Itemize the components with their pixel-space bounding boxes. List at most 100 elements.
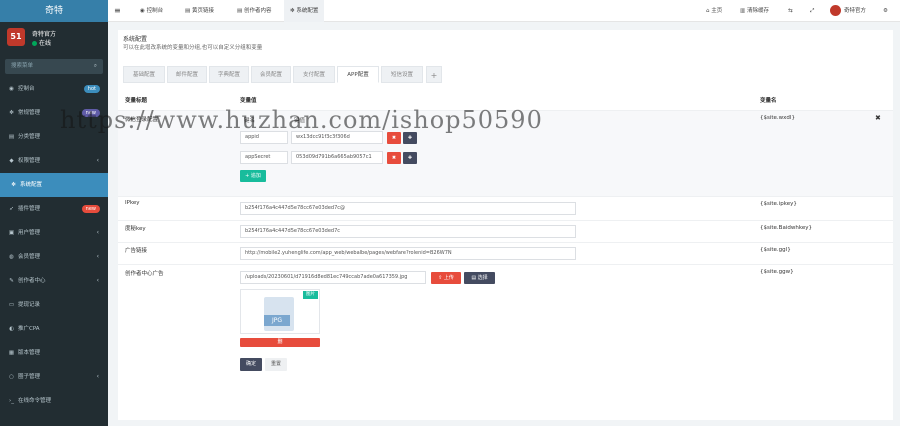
settings-icon[interactable]: ⚙ — [883, 0, 888, 22]
table-row: IPkey b254f176a4c447d5e78cc67e03ded7c@ {… — [118, 196, 893, 220]
chevron-left-icon: ‹ — [96, 277, 99, 284]
clear-cache-button[interactable]: ▥ 清除缓存 — [740, 0, 769, 22]
sidebar-item[interactable]: ✻ 系统配置 — [0, 173, 108, 197]
user-panel: 51 奇特官方 在线 — [0, 22, 108, 56]
list-icon: ▤ — [8, 134, 15, 140]
users-icon: ◍ — [9, 254, 14, 260]
chevron-left-icon: ‹ — [96, 157, 99, 164]
sidebar-item-label: 用户管理 — [18, 230, 41, 236]
sidebar-item-label: 推广CPA — [18, 326, 40, 332]
file-jpg-icon: JPG — [264, 297, 294, 331]
user-menu[interactable]: 奇特官方 — [830, 0, 866, 22]
sidebar-item[interactable]: ◍ 会员管理 ‹ — [0, 245, 108, 269]
add-item-button[interactable]: + 追加 — [240, 170, 266, 182]
home-link[interactable]: ⌂ 主页 — [706, 0, 722, 22]
sidebar-item-label: 会员管理 — [18, 254, 41, 260]
subtab-member[interactable]: 会员配置 — [251, 66, 291, 83]
pen-icon: ✎ — [9, 278, 14, 284]
baidu-key-input[interactable]: b254f176a4c447d5e78cc67e03ded7c — [240, 225, 576, 238]
sidebar-item-label: 圈子管理 — [18, 374, 41, 380]
share-icon: ◐ — [9, 326, 14, 332]
sidebar-item-label: 权限管理 — [18, 158, 41, 164]
list-icon: ▤ — [185, 8, 192, 14]
avatar — [830, 5, 841, 16]
upload-button[interactable]: ⇪ 上传 — [431, 272, 461, 284]
ipkey-input[interactable]: b254f176a4c447d5e78cc67e03ded7c@ — [240, 202, 576, 215]
sidebar-item[interactable]: ◆ 权限管理 ‹ — [0, 149, 108, 173]
ad-link-input[interactable]: http://mobile2.yuhenglife.com/app_web/we… — [240, 247, 576, 260]
add-tab-button[interactable]: + — [426, 66, 442, 83]
page-subtitle: 可以在此增改系统的变量和分组,也可以自定义分组和变量 — [123, 45, 263, 51]
list-icon: ▤ — [237, 8, 244, 14]
version-icon: ▦ — [8, 350, 15, 356]
top-navbar: ≡ ◉ 控制台 ▤ 黄页链接 ▤ 创作者内容 ✻ 系统配置 ⌂ 主页 ▥ 清除缓… — [108, 0, 900, 22]
subtab-sms[interactable]: 短信设置 — [381, 66, 423, 83]
page-header: 系统配置 可以在此增改系统的变量和分组,也可以自定义分组和变量 — [118, 30, 893, 67]
brand-logo[interactable]: 奇特 — [0, 0, 108, 22]
search-input[interactable]: 搜索菜单 ⌕ — [5, 59, 103, 74]
sidebar-item[interactable]: ▦ 版本管理 — [0, 341, 108, 365]
sidebar-item-label: 控制台 — [18, 86, 35, 92]
group-icon: ◆ — [9, 158, 14, 164]
chevron-left-icon: ‹ — [96, 253, 99, 260]
chevron-left-icon: ‹ — [96, 229, 99, 236]
image-preview[interactable]: JPG 图片 — [240, 289, 320, 334]
language-icon[interactable]: ⇆ — [788, 0, 793, 22]
delete-image-button[interactable]: 删 — [240, 338, 320, 347]
sidebar-item[interactable]: ◐ 推广CPA — [0, 317, 108, 341]
sidebar-item[interactable]: ➶ 插件管理 new — [0, 197, 108, 221]
money-icon: ▭ — [8, 302, 15, 308]
table-row: 创作者中心广告 /uploads/20230601/d71916d8ed81ec… — [118, 264, 893, 350]
image-path-input[interactable]: /uploads/20230601/d71916d8ed81ec749ccab7… — [240, 271, 426, 284]
sidebar-item-label: 常规管理 — [18, 110, 41, 116]
sidebar-item-label: 系统配置 — [20, 182, 43, 188]
subtab-basic[interactable]: 基础配置 — [123, 66, 165, 83]
gear-icon: ✻ — [11, 182, 16, 188]
sidebar-item[interactable]: ✎ 创作者中心 ‹ — [0, 269, 108, 293]
sidebar: 奇特 51 奇特官方 在线 搜索菜单 ⌕ ◉ 控制台 hot ✻ 常规管理 new ▤ 分类管… — [0, 0, 108, 426]
tab-creator[interactable]: ▤ 创作者内容 — [232, 0, 276, 22]
trash-icon: ▥ — [740, 8, 747, 14]
dashboard-icon: ◉ — [9, 86, 14, 92]
fullscreen-icon[interactable]: ⤢ — [810, 0, 814, 22]
sidebar-item[interactable]: ○ 圈子管理 ‹ — [0, 365, 108, 389]
search-icon[interactable]: ⌕ — [94, 59, 97, 74]
move-button[interactable]: ✚ — [403, 152, 417, 164]
remove-button[interactable]: ✖ — [387, 152, 401, 164]
terminal-icon: ›_ — [9, 398, 14, 404]
menu-badge: new — [81, 205, 100, 213]
sidebar-item[interactable]: ▣ 用户管理 ‹ — [0, 221, 108, 245]
menu-toggle-icon[interactable]: ≡ — [114, 0, 121, 22]
table-row: 广告链接 http://mobile2.yuhenglife.com/app_w… — [118, 242, 893, 264]
sidebar-item-label: 分类管理 — [18, 134, 41, 140]
sidebar-item[interactable]: ▭ 提现记录 — [0, 293, 108, 317]
confirm-button[interactable]: 确定 — [240, 358, 262, 371]
image-badge: 图片 — [303, 291, 318, 299]
reset-button[interactable]: 重置 — [265, 358, 287, 371]
sidebar-item[interactable]: ◉ 控制台 hot — [0, 77, 108, 101]
circle-icon: ○ — [9, 374, 14, 380]
sidebar-item-label: 创作者中心 — [18, 278, 46, 284]
subtab-dict[interactable]: 字典配置 — [209, 66, 249, 83]
subtab-app[interactable]: APP配置 — [337, 66, 379, 83]
tab-links[interactable]: ▤ 黄页链接 — [180, 0, 219, 22]
tab-settings[interactable]: ✻ 系统配置 — [284, 0, 325, 22]
sidebar-item-label: 在线命令管理 — [18, 398, 52, 404]
user-name: 奇特官方 — [32, 31, 57, 38]
online-dot-icon — [32, 41, 37, 46]
subtab-email[interactable]: 邮件配置 — [167, 66, 207, 83]
tab-dashboard[interactable]: ◉ 控制台 — [135, 0, 168, 22]
main-panel: 系统配置 可以在此增改系统的变量和分组,也可以自定义分组和变量 基础配置 邮件配… — [118, 30, 893, 420]
value-input[interactable]: 053d09d791b6a665ab9057c1 — [291, 151, 383, 164]
sidebar-item-label: 版本管理 — [18, 350, 41, 356]
select-button[interactable]: ▤ 选择 — [464, 272, 495, 284]
close-icon[interactable]: ✖ — [875, 114, 881, 122]
subtab-pay[interactable]: 支付配置 — [293, 66, 335, 83]
menu-badge: hot — [83, 85, 100, 93]
cogs-icon: ✻ — [9, 110, 14, 116]
key-input[interactable]: appSecret — [240, 151, 288, 164]
table-row: 度秘key b254f176a4c447d5e78cc67e03ded7c {$… — [118, 220, 893, 242]
sidebar-item[interactable]: ›_ 在线命令管理 — [0, 389, 108, 413]
sidebar-item-label: 提现记录 — [18, 302, 41, 308]
user-status: 在线 — [32, 39, 108, 49]
